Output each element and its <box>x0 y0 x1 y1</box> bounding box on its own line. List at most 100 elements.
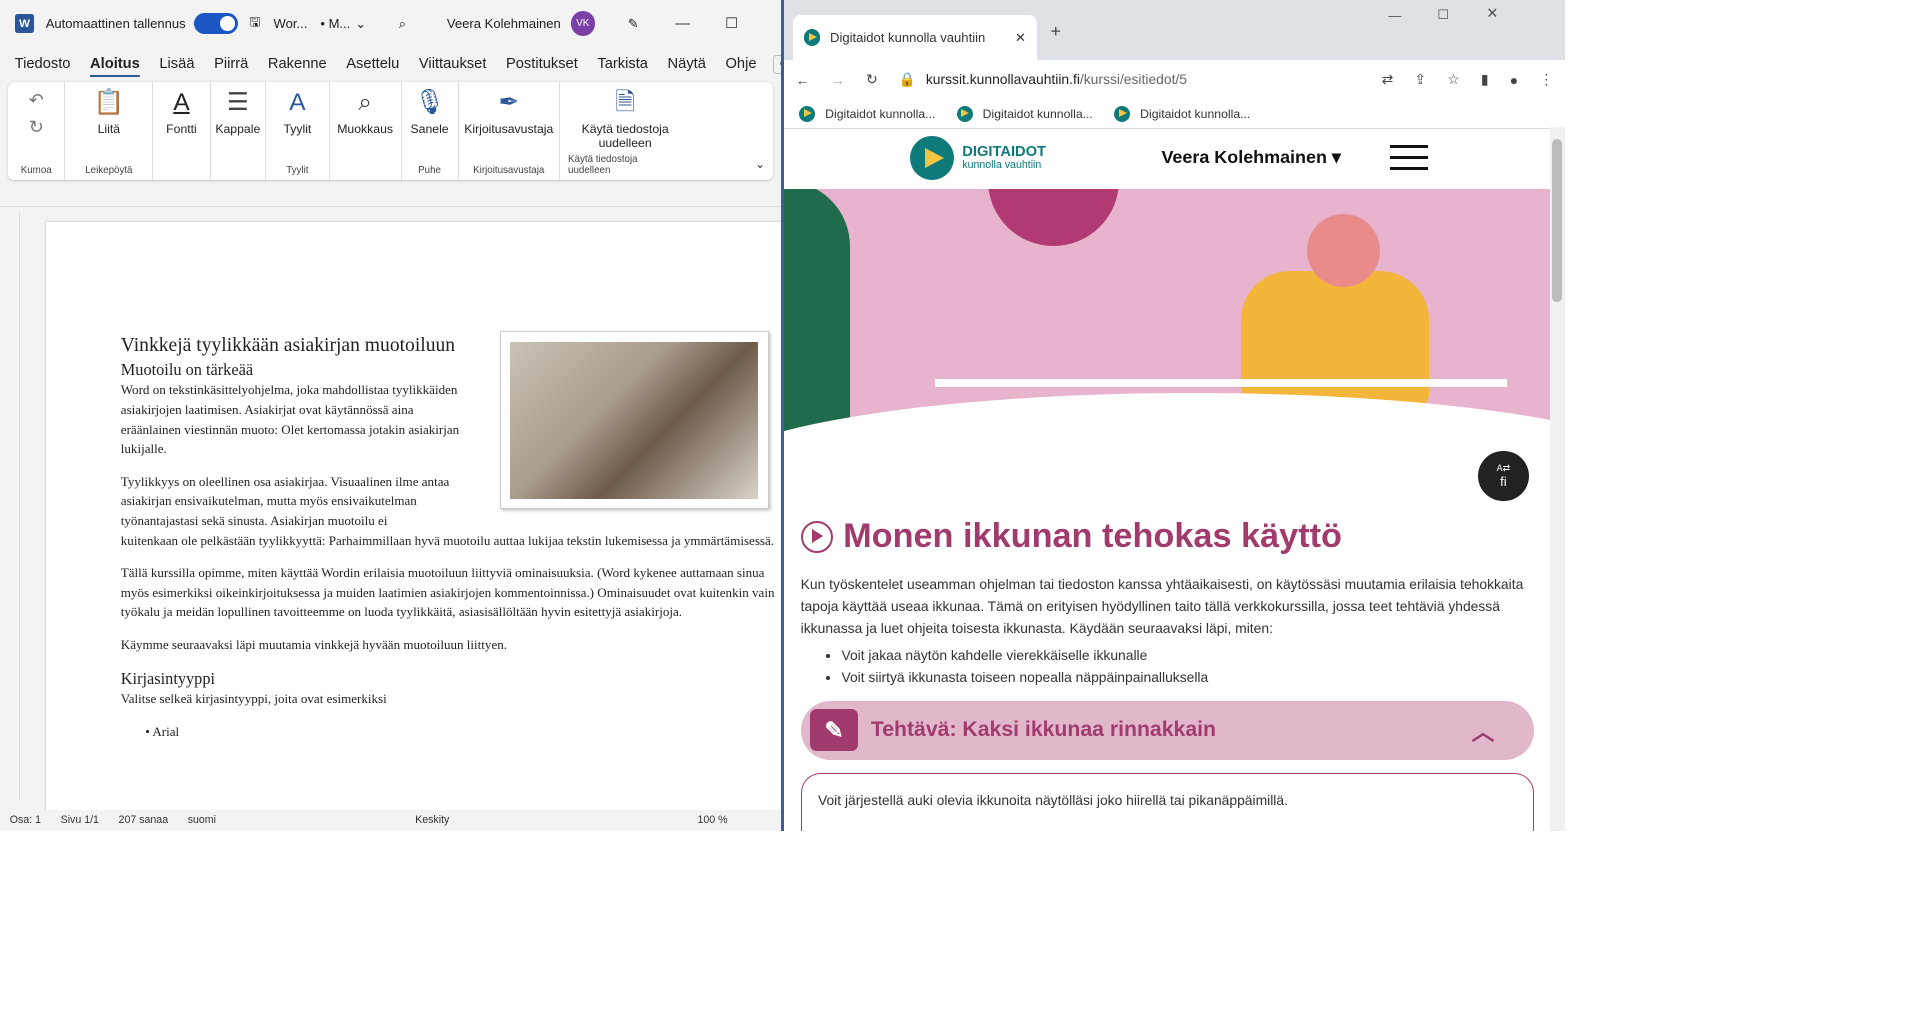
tab-piirra[interactable]: Piirrä <box>204 56 258 72</box>
user-menu[interactable]: Veera Kolehmainen ▾ <box>1161 147 1341 168</box>
browser-tab[interactable]: Digitaidot kunnolla vauhtiin ✕ <box>792 14 1038 61</box>
word-titlebar: W Automaattinen tallennus 🖫 Wor... • M..… <box>0 0 783 47</box>
bookmark-1[interactable]: Digitaidot kunnolla... <box>799 105 936 122</box>
editing-button[interactable]: ⌕ Muokkaus <box>337 87 393 137</box>
forward-icon[interactable]: → <box>831 72 845 88</box>
ribbon: ↶ ↻ Kumoa 📋 Liitä Leikepöytä A Fontti ☰ … <box>8 81 773 180</box>
bookmark-label: Digitaidot kunnolla... <box>982 106 1093 121</box>
caret-down-icon: ▾ <box>1331 146 1341 167</box>
address-bar[interactable]: 🔒 kurssit.kunnollavauhtiin.fi/kurssi/esit… <box>899 71 1361 88</box>
group-label-reuse: Käytä tiedostoja uudelleen <box>568 154 638 177</box>
star-icon[interactable]: ☆ <box>1447 71 1459 88</box>
pen-icon[interactable]: ✎ <box>628 16 639 32</box>
document-body[interactable]: Vinkkejä tyylikkään asiakirjan muotoiluu… <box>120 335 783 741</box>
group-label-undo: Kumoa <box>20 165 52 177</box>
maximize-icon[interactable]: ☐ <box>707 15 756 32</box>
translate-icon: A⇄ <box>1496 462 1511 473</box>
site-header: DIGITAIDOT kunnolla vauhtiin Veera Koleh… <box>784 127 1550 189</box>
scrollbar-thumb[interactable] <box>1552 138 1563 302</box>
user-name: Veera Kolehmainen <box>446 16 561 32</box>
new-tab-icon[interactable]: + <box>1050 21 1060 42</box>
vertical-ruler[interactable] <box>0 212 20 800</box>
status-words[interactable]: 207 sanaa <box>119 814 169 826</box>
site-logo-icon[interactable] <box>910 136 955 181</box>
tab-postitukset[interactable]: Postitukset <box>496 56 587 72</box>
chevron-up-icon[interactable]: ︿ <box>1472 713 1495 747</box>
status-section[interactable]: Osa: 1 <box>10 814 41 826</box>
group-label-styles: Tyylit <box>286 165 309 177</box>
translate-icon[interactable]: ⇄ <box>1382 71 1394 88</box>
group-label-voice: Puhe <box>418 165 441 177</box>
chevron-down-icon[interactable]: ⌄ <box>355 16 366 32</box>
more-menu-icon[interactable]: ⋮ <box>1539 71 1553 88</box>
redo-icon[interactable]: ↻ <box>29 114 44 142</box>
tab-strip: Digitaidot kunnolla vauhtiin ✕ + — ☐ ✕ <box>784 0 1565 61</box>
group-label-clipboard: Leikepöytä <box>85 165 133 177</box>
tab-rakenne[interactable]: Rakenne <box>258 56 336 72</box>
tab-aloitus[interactable]: Aloitus <box>80 56 149 72</box>
reuse-label: Käytä tiedostoja uudelleen <box>581 122 669 151</box>
list-item: Voit siirtyä ikkunasta toiseen nopealla … <box>841 666 1533 688</box>
tab-viittaukset[interactable]: Viittaukset <box>409 56 496 72</box>
language-button[interactable]: A⇄ fi <box>1478 450 1529 502</box>
reuse-files-icon: 🗎 <box>615 88 635 116</box>
bookmark-3[interactable]: Digitaidot kunnolla... <box>1114 105 1250 122</box>
save-icon[interactable]: 🖫 <box>249 13 260 35</box>
tab-lisaa[interactable]: Lisää <box>150 56 205 72</box>
ribbon-expand-icon[interactable]: ⌄ <box>755 157 765 171</box>
font-button[interactable]: A Fontti <box>166 87 197 137</box>
lock-icon: 🔒 <box>898 71 917 88</box>
group-reuse: 🗎 Käytä tiedostoja uudelleen Käytä tiedo… <box>560 82 691 180</box>
group-editor: ✒ Kirjoitusavustaja Kirjoitusavustaja <box>459 81 560 180</box>
reload-icon[interactable]: ↻ <box>866 71 878 88</box>
paste-button[interactable]: 📋 Liitä <box>94 87 124 137</box>
tab-nayta[interactable]: Näytä <box>658 56 716 72</box>
back-icon[interactable]: ← <box>796 72 810 88</box>
status-zoom[interactable]: 100 % <box>697 814 727 826</box>
brand[interactable]: DIGITAIDOT kunnolla vauhtiin <box>962 145 1046 172</box>
maximize-icon[interactable]: ☐ <box>1437 7 1449 23</box>
avatar[interactable]: VK <box>570 11 596 36</box>
doc-paragraph-2a: Tyylikkyys on oleellinen osa asiakirjaa.… <box>120 473 450 528</box>
brand-sub: kunnolla vauhtiin <box>962 158 1042 171</box>
document-page[interactable]: Vinkkejä tyylikkään asiakirjan muotoiluu… <box>45 222 783 810</box>
sidepanel-icon[interactable]: ▮ <box>1481 71 1489 88</box>
hamburger-menu-icon[interactable] <box>1389 145 1428 170</box>
status-lang[interactable]: suomi <box>188 814 216 826</box>
task-accordion-header[interactable]: ✎ Tehtävä: Kaksi ikkunaa rinnakkain ︿ <box>800 700 1534 760</box>
editing-label: Muokkaus <box>337 122 393 137</box>
task-text: Voit järjestellä auki olevia ikkunoita n… <box>817 791 1288 808</box>
intro-text: Kun työskentelet useamman ohjelman tai t… <box>800 575 1524 636</box>
undo-icon[interactable]: ↶ <box>29 87 44 115</box>
bookmark-label: Digitaidot kunnolla... <box>825 106 936 121</box>
share-icon[interactable]: ⇪ <box>1414 71 1426 88</box>
tab-tarkista[interactable]: Tarkista <box>588 56 658 72</box>
paragraph-button[interactable]: ☰ Kappale <box>215 87 260 137</box>
editor-label: Kirjoitusavustaja <box>464 122 554 137</box>
bookmark-2[interactable]: Digitaidot kunnolla... <box>956 105 1093 122</box>
horizontal-ruler[interactable] <box>0 189 783 208</box>
play-circle-icon <box>800 520 834 554</box>
styles-button[interactable]: A Tyylit <box>283 87 311 137</box>
browser-window: Digitaidot kunnolla vauhtiin ✕ + — ☐ ✕ ←… <box>784 0 1565 831</box>
status-page[interactable]: Sivu 1/1 <box>61 814 99 826</box>
status-focus[interactable]: Keskity <box>415 814 449 826</box>
doc-name[interactable]: Wor... <box>273 16 307 31</box>
reuse-button[interactable]: 🗎 Käytä tiedostoja uudelleen <box>580 87 670 151</box>
extra-title[interactable]: • M... <box>320 16 350 31</box>
tab-asettelu[interactable]: Asettelu <box>336 56 409 72</box>
paragraph-label: Kappale <box>215 122 261 137</box>
editor-button[interactable]: ✒ Kirjoitusavustaja <box>464 87 553 137</box>
tab-ohje[interactable]: Ohje <box>716 56 767 72</box>
word-window: W Automaattinen tallennus 🖫 Wor... • M..… <box>0 0 783 831</box>
close-window-icon[interactable]: ✕ <box>1486 5 1498 22</box>
minimize-icon[interactable]: — <box>1388 8 1401 23</box>
close-tab-icon[interactable]: ✕ <box>1015 30 1026 46</box>
group-label-editor: Kirjoitusavustaja <box>473 165 545 177</box>
tab-tiedosto[interactable]: Tiedosto <box>5 56 80 72</box>
profile-icon[interactable]: ● <box>1510 72 1518 88</box>
dictate-button[interactable]: 🎙 Sanele <box>411 87 449 137</box>
minimize-icon[interactable]: — <box>658 16 707 32</box>
autosave-toggle[interactable] <box>193 13 238 35</box>
search-icon[interactable]: ⌕ <box>399 16 406 32</box>
